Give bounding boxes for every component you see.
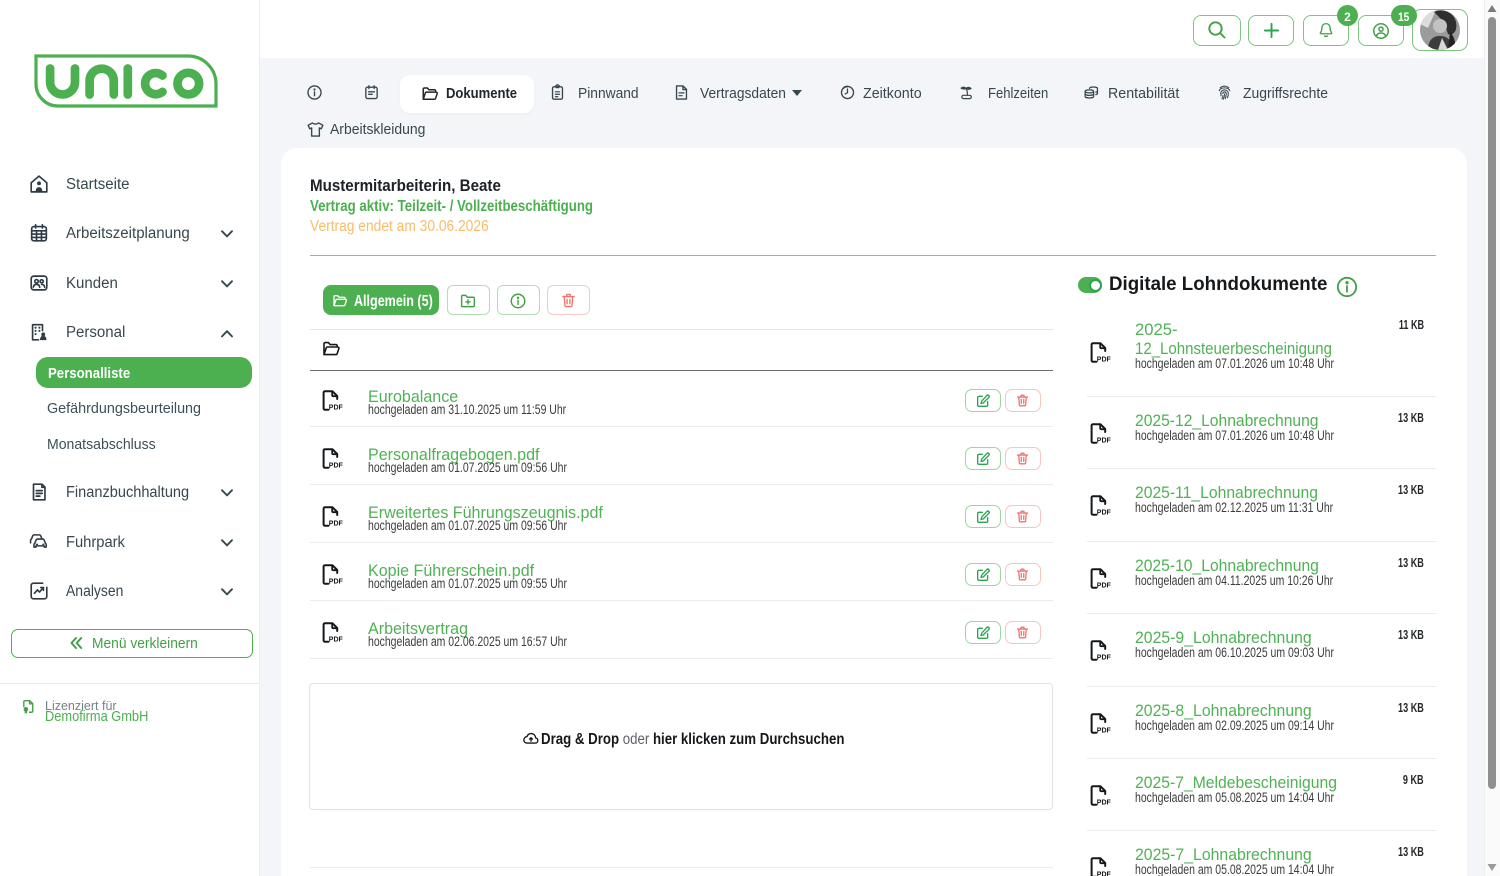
svg-text:PDF: PDF	[1097, 510, 1111, 517]
svg-text:PDF: PDF	[1097, 800, 1111, 807]
svg-text:PDF: PDF	[1097, 583, 1111, 590]
svg-text:PDF: PDF	[1097, 357, 1111, 364]
svg-text:PDF: PDF	[329, 521, 343, 528]
svg-text:PDF: PDF	[329, 579, 343, 586]
svg-text:PDF: PDF	[329, 405, 343, 412]
svg-text:PDF: PDF	[329, 463, 343, 470]
svg-text:PDF: PDF	[1097, 655, 1111, 662]
svg-text:PDF: PDF	[1097, 872, 1111, 876]
svg-text:PDF: PDF	[1097, 728, 1111, 735]
svg-text:PDF: PDF	[329, 637, 343, 644]
svg-text:PDF: PDF	[1097, 438, 1111, 445]
